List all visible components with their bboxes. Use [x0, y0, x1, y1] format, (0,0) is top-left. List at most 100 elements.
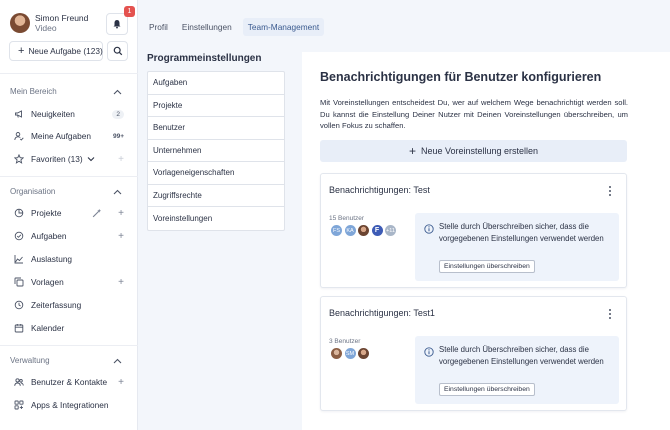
sidebar-item-label: Vorlagen [31, 277, 64, 287]
more-options-icon[interactable] [609, 309, 612, 319]
page-description: Mit Voreinstellungen entscheidest Du, we… [320, 98, 628, 130]
sidebar-item-projekte[interactable]: Projekte + [14, 206, 124, 220]
sidebar-item-label: Benutzer & Kontakte [31, 377, 108, 387]
add-icon[interactable]: + [118, 231, 124, 242]
sidebar-item-label: Favoriten (13) [31, 154, 83, 164]
avatar: F [370, 224, 384, 237]
users-count: 15 Benutzer [329, 215, 365, 222]
new-preset-label: Neue Voreinstellung erstellen [420, 146, 539, 156]
add-icon[interactable]: + [118, 377, 124, 388]
settings-item-benutzer[interactable]: Benutzer [148, 117, 284, 140]
avatar: SM [343, 347, 357, 360]
divider [0, 73, 138, 74]
count-badge: 99+ [112, 132, 124, 140]
notification-count-badge: 1 [124, 6, 135, 17]
count-badge: 2 [112, 109, 124, 119]
section-mein-bereich[interactable]: Mein Bereich [10, 87, 122, 96]
sidebar-item-label: Aufgaben [31, 231, 67, 241]
calendar-icon [14, 324, 24, 333]
override-settings-button[interactable]: Einstellungen überschreiben [439, 383, 535, 396]
main-panel: Benachrichtigungen für Benutzer konfigur… [302, 52, 670, 430]
settings-item-zugriffsrechte[interactable]: Zugriffsrechte [148, 185, 284, 207]
settings-item-aufgaben[interactable]: Aufgaben [148, 72, 284, 95]
user-name: Simon Freund [35, 13, 89, 23]
settings-item-unternehmen[interactable]: Unternehmen [148, 140, 284, 162]
info-icon [424, 224, 434, 234]
tab-profil[interactable]: Profil [146, 18, 171, 36]
chevron-up-icon[interactable] [113, 358, 122, 364]
user-profile[interactable]: Simon Freund Video [10, 13, 88, 33]
tab-einstellungen[interactable]: Einstellungen [179, 18, 235, 36]
sidebar-item-kalender[interactable]: Kalender [14, 321, 124, 335]
area-chart-icon [14, 255, 23, 264]
avatar-group[interactable]: SM [330, 347, 371, 360]
info-text: Stelle durch Überschreiben sicher, dass … [439, 345, 604, 366]
new-task-label: Neue Aufgabe (123) [28, 46, 103, 56]
pie-chart-icon [14, 208, 24, 218]
info-icon [424, 347, 434, 357]
user-role: Video [35, 23, 57, 33]
more-options-icon[interactable] [609, 186, 612, 196]
preset-card: Benachrichtigungen: Test1 3 Benutzer SM … [320, 296, 627, 411]
chevron-down-icon[interactable] [87, 156, 95, 162]
sidebar-item-favoriten[interactable]: Favoriten (13) + [14, 152, 124, 166]
settings-item-voreinstellungen[interactable]: Voreinstellungen [148, 207, 284, 230]
copy-icon [14, 277, 24, 287]
sidebar-item-aufgaben[interactable]: Aufgaben + [14, 229, 124, 243]
divider [0, 345, 138, 346]
clock-icon [14, 300, 24, 310]
new-task-button[interactable]: + Neue Aufgabe (123) [9, 41, 103, 61]
sidebar-item-apps-integrationen[interactable]: Apps & Integrationen [14, 398, 124, 412]
chevron-up-icon[interactable] [113, 189, 122, 195]
avatar: KA [343, 224, 357, 237]
sidebar-item-label: Kalender [31, 323, 65, 333]
plus-icon: + [408, 144, 416, 158]
card-title: Benachrichtigungen: Test [329, 185, 430, 195]
settings-item-projekte[interactable]: Projekte [148, 95, 284, 117]
section-organisation[interactable]: Organisation [10, 187, 122, 196]
sidebar-item-meine-aufgaben[interactable]: Meine Aufgaben 99+ [14, 129, 124, 143]
section-label: Verwaltung [10, 356, 50, 365]
magic-wand-icon[interactable] [92, 208, 102, 218]
avatar [330, 347, 343, 360]
user-check-icon [14, 132, 24, 141]
apps-grid-icon [14, 400, 24, 410]
avatar-group[interactable]: FS KA F +11 [330, 224, 398, 237]
sidebar-item-label: Zeiterfassung [31, 300, 82, 310]
section-label: Organisation [10, 187, 56, 196]
bell-icon [113, 20, 121, 29]
override-settings-button[interactable]: Einstellungen überschreiben [439, 260, 535, 273]
avatar [357, 347, 370, 360]
program-settings-title: Programmeinstellungen [147, 53, 262, 64]
chevron-up-icon[interactable] [113, 89, 122, 95]
sidebar-item-auslastung[interactable]: Auslastung [14, 252, 124, 266]
users-count: 3 Benutzer [329, 338, 361, 345]
info-box: Stelle durch Überschreiben sicher, dass … [415, 213, 619, 281]
search-button[interactable] [107, 41, 128, 61]
sidebar-item-label: Projekte [31, 208, 62, 218]
avatar-overflow: +11 [384, 224, 397, 237]
new-preset-button[interactable]: + Neue Voreinstellung erstellen [320, 140, 627, 162]
plus-icon: + [18, 45, 25, 57]
users-icon [14, 378, 24, 386]
settings-tabs: Profil Einstellungen Team-Management [146, 18, 332, 36]
section-verwaltung[interactable]: Verwaltung [10, 356, 122, 365]
program-settings-list: Aufgaben Projekte Benutzer Unternehmen V… [147, 71, 285, 231]
add-icon[interactable]: + [118, 154, 124, 165]
settings-item-vorlageneigenschaften[interactable]: Vorlageneigenschaften [148, 162, 284, 185]
megaphone-icon [15, 110, 22, 118]
search-icon [113, 46, 122, 56]
sidebar-item-vorlagen[interactable]: Vorlagen + [14, 275, 124, 289]
sidebar-item-label: Apps & Integrationen [31, 400, 109, 410]
add-icon[interactable]: + [118, 208, 124, 219]
sidebar-item-neuigkeiten[interactable]: Neuigkeiten 2 [14, 107, 124, 121]
star-icon [14, 154, 24, 164]
sidebar-item-benutzer-kontakte[interactable]: Benutzer & Kontakte + [14, 375, 124, 389]
sidebar-item-zeiterfassung[interactable]: Zeiterfassung [14, 298, 124, 312]
tab-team-management[interactable]: Team-Management [242, 18, 325, 36]
section-label: Mein Bereich [10, 87, 57, 96]
avatar: FS [330, 224, 343, 237]
sidebar-item-label: Neuigkeiten [31, 109, 75, 119]
add-icon[interactable]: + [118, 277, 124, 288]
card-title: Benachrichtigungen: Test1 [329, 308, 435, 318]
